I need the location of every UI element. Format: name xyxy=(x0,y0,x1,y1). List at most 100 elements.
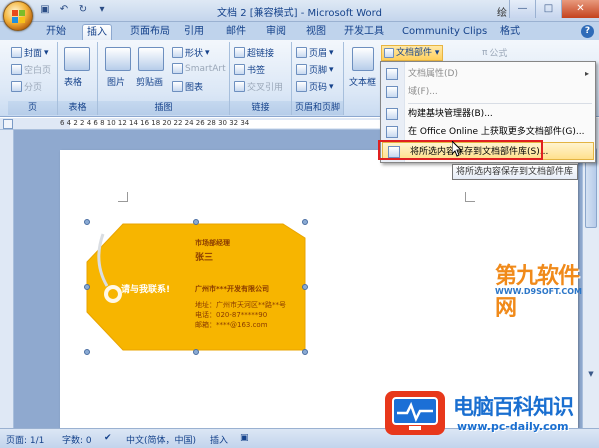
chart-button[interactable]: 图表 xyxy=(172,80,203,93)
help-icon[interactable]: ? xyxy=(581,25,594,38)
office-button[interactable] xyxy=(3,1,33,31)
textbox-button[interactable]: 文本框 xyxy=(349,75,376,88)
maximize-button[interactable]: □ xyxy=(535,0,561,18)
spellcheck-icon[interactable]: ✔ xyxy=(104,433,112,443)
group-illustrations: 图片 剪贴画 形状 ▾ SmartArt 图表 插图 xyxy=(98,42,230,115)
status-page[interactable]: 页面: 1/1 xyxy=(6,433,44,446)
card-email: 邮箱：****@163.com xyxy=(195,321,268,329)
window-controls: — □ ✕ xyxy=(509,0,599,18)
card-name: 张三 xyxy=(195,253,214,263)
group-label-header-footer: 页眉和页脚 xyxy=(292,101,343,115)
resize-handle-ne[interactable] xyxy=(302,219,308,225)
clipart-button[interactable]: 剪贴画 xyxy=(136,75,163,88)
building-blocks-icon xyxy=(386,108,398,120)
blank-page-button[interactable]: 空白页 xyxy=(11,63,51,76)
group-links: 超链接 书签 交叉引用 链接 xyxy=(230,42,292,115)
cross-reference-button[interactable]: 交叉引用 xyxy=(234,80,283,93)
scroll-down-icon[interactable]: ▼ xyxy=(585,368,597,380)
watermark-pc-daily: 电脑百科知识 www.pc-daily.com xyxy=(383,389,599,439)
tab-home[interactable]: 开始 xyxy=(42,24,70,40)
resize-handle-se[interactable] xyxy=(302,349,308,355)
cover-page-icon xyxy=(11,47,22,58)
page-number-icon xyxy=(296,81,307,92)
tab-references[interactable]: 引用 xyxy=(180,24,208,40)
table-button[interactable]: 表格 xyxy=(64,75,82,88)
watermark-d9soft-url: WWW.D9SOFT.COM xyxy=(495,287,583,296)
status-words[interactable]: 字数: 0 xyxy=(62,433,92,446)
resize-handle-n[interactable] xyxy=(193,219,199,225)
page-break-icon xyxy=(11,81,22,92)
tab-selector-button[interactable] xyxy=(3,119,13,129)
quick-parts-button[interactable]: 文档部件 ▾ xyxy=(381,45,443,61)
minimize-button[interactable]: — xyxy=(509,0,535,18)
watermark-url: www.pc-daily.com xyxy=(457,420,569,433)
cover-page-button[interactable]: 封面 ▾ xyxy=(11,46,49,59)
shapes-button[interactable]: 形状 ▾ xyxy=(172,46,210,59)
tab-page-layout[interactable]: 页面布局 xyxy=(126,24,174,40)
field-icon xyxy=(386,86,398,98)
ruler-numbers: 6 4 2 2 4 6 8 10 12 14 16 18 20 22 24 26… xyxy=(60,119,250,127)
mouse-cursor-icon xyxy=(452,141,462,157)
page-number-button[interactable]: 页码 ▾ xyxy=(296,80,334,93)
tab-developer[interactable]: 开发工具 xyxy=(340,24,388,40)
page-break-button[interactable]: 分页 xyxy=(11,80,42,93)
resize-handle-nw[interactable] xyxy=(84,219,90,225)
menu-item-document-properties[interactable]: 文档属性(D) ▸ xyxy=(381,65,595,83)
group-label-illustrations: 插图 xyxy=(98,101,229,115)
blank-page-icon xyxy=(11,64,22,75)
office-logo-icon xyxy=(12,10,25,23)
business-card-tag[interactable]: 市场部经理 张三 广州市***开发有限公司 地址：广州市天河区**路**号 电话… xyxy=(85,222,307,352)
smartart-icon xyxy=(172,63,183,74)
resize-handle-w[interactable] xyxy=(84,284,90,290)
tab-mailings[interactable]: 邮件 xyxy=(222,24,250,40)
status-language[interactable]: 中文(简体，中国) xyxy=(126,433,196,446)
close-button[interactable]: ✕ xyxy=(561,0,599,18)
watermark-title: 电脑百科知识 xyxy=(453,395,574,419)
status-insert-mode[interactable]: 插入 xyxy=(210,433,228,446)
card-department: 市场部经理 xyxy=(195,239,230,247)
smartart-button[interactable]: SmartArt xyxy=(172,63,226,74)
quick-parts-icon xyxy=(384,48,394,58)
menu-item-building-blocks-organizer[interactable]: 构建基块管理器(B)... xyxy=(381,105,595,123)
picture-icon xyxy=(105,47,131,71)
group-table: 表格 表格 xyxy=(58,42,98,115)
shapes-icon xyxy=(172,47,183,58)
card-slogan: 请与我联系! xyxy=(121,285,171,295)
group-label-links: 链接 xyxy=(230,101,291,115)
footer-icon xyxy=(296,64,307,75)
resize-handle-e[interactable] xyxy=(302,284,308,290)
macro-record-icon[interactable]: ▣ xyxy=(240,433,249,443)
card-phone: 电话：020-87*****90 xyxy=(195,311,268,319)
bookmark-button[interactable]: 书签 xyxy=(234,63,265,76)
resize-handle-sw[interactable] xyxy=(84,349,90,355)
tab-insert[interactable]: 插入 xyxy=(82,24,112,40)
hyperlink-button[interactable]: 超链接 xyxy=(234,46,274,59)
group-label-pages: 页 xyxy=(8,101,57,115)
card-address: 地址：广州市天河区**路**号 xyxy=(195,301,286,309)
footer-button[interactable]: 页脚 ▾ xyxy=(296,63,334,76)
properties-icon xyxy=(386,68,398,80)
group-label-table: 表格 xyxy=(58,101,97,115)
tab-community-clips[interactable]: Community Clips xyxy=(398,24,491,40)
group-header-footer: 页眉 ▾ 页脚 ▾ 页码 ▾ 页眉和页脚 xyxy=(292,42,344,115)
pi-icon: π xyxy=(482,47,488,58)
picture-button[interactable]: 图片 xyxy=(107,75,125,88)
menu-item-get-more-online[interactable]: 在 Office Online 上获取更多文档部件(G)... xyxy=(381,123,595,141)
menu-item-field[interactable]: 域(F)... xyxy=(381,83,595,101)
menu-tooltip: 将所选内容保存到文档部件库 xyxy=(452,164,578,180)
header-button[interactable]: 页眉 ▾ xyxy=(296,46,334,59)
cross-reference-icon xyxy=(234,81,245,92)
tab-review[interactable]: 审阅 xyxy=(262,24,290,40)
resize-handle-s[interactable] xyxy=(193,349,199,355)
group-pages: 封面 ▾ 空白页 分页 页 xyxy=(8,42,58,115)
textbox-icon xyxy=(352,47,374,71)
tab-view[interactable]: 视图 xyxy=(302,24,330,40)
bookmark-icon xyxy=(234,64,245,75)
office-online-icon xyxy=(386,126,398,138)
formula-button[interactable]: π 公式 xyxy=(482,46,507,60)
table-icon xyxy=(64,47,90,71)
tab-format[interactable]: 格式 xyxy=(496,24,524,40)
ribbon-tabs: 开始 插入 页面布局 引用 邮件 审阅 视图 开发工具 Community Cl… xyxy=(0,22,599,40)
pc-daily-logo-icon xyxy=(385,391,445,435)
submenu-arrow-icon: ▸ xyxy=(584,69,589,78)
